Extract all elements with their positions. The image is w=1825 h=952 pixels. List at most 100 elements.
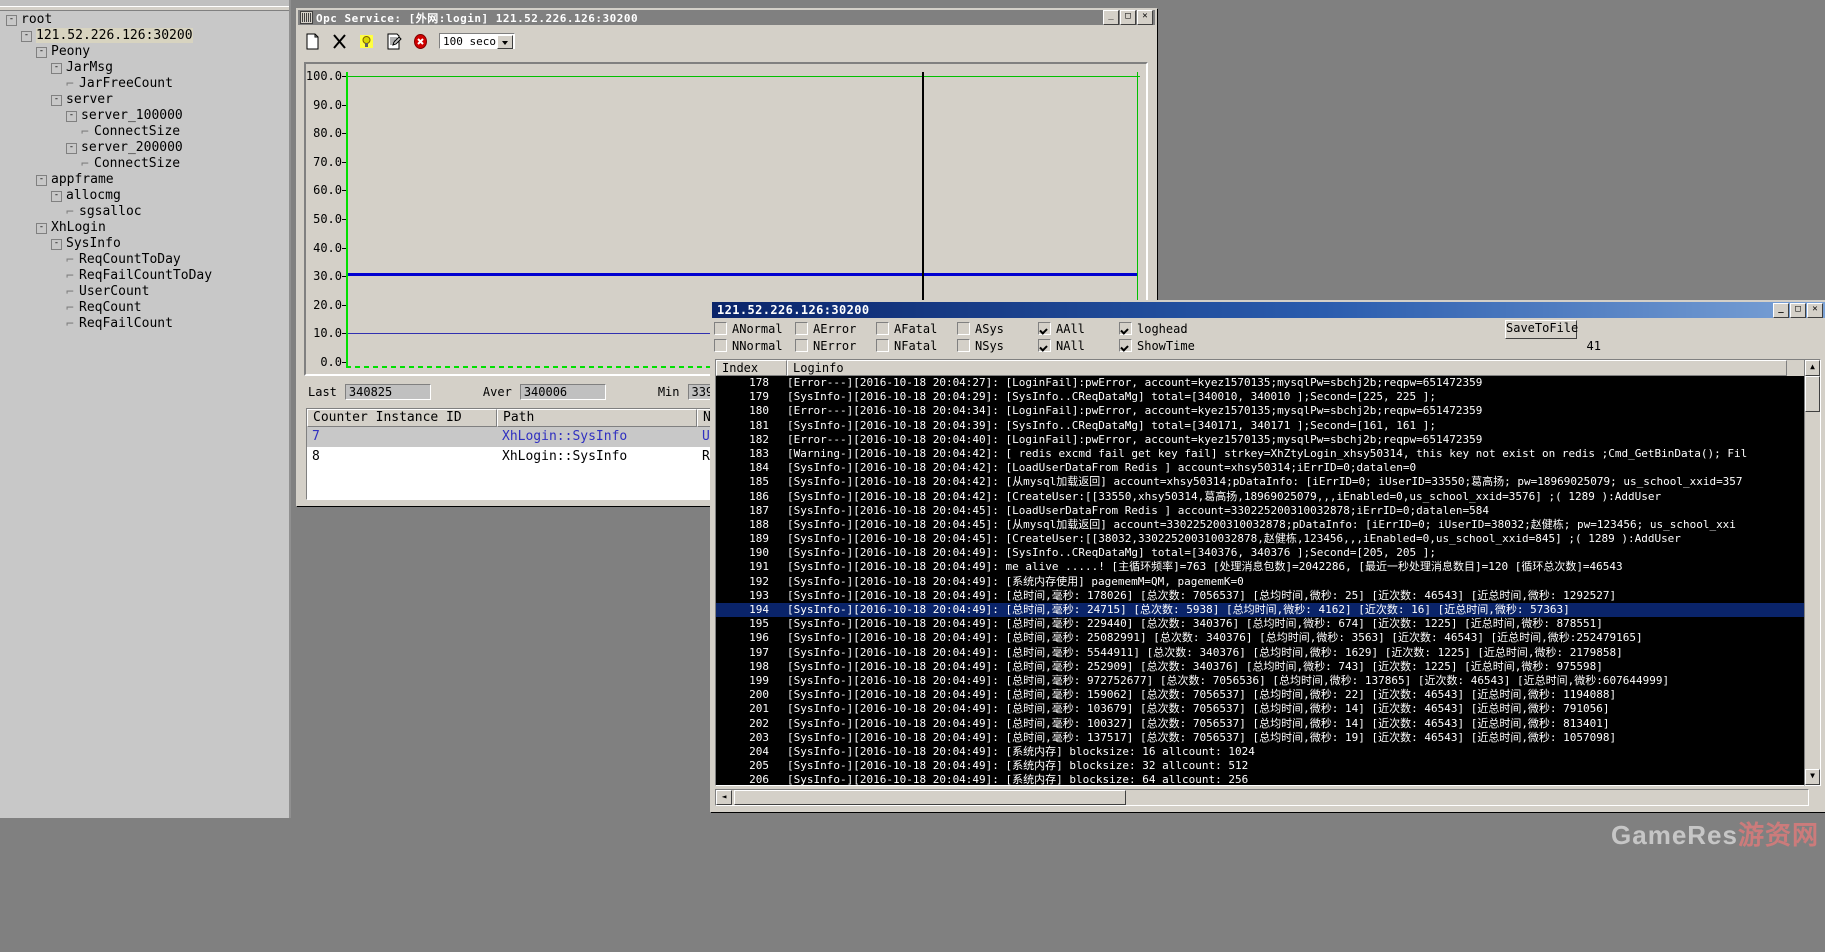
log-filter-nnormal[interactable]: NNormal (714, 339, 795, 353)
log-row[interactable]: 199 [SysInfo-][2016-10-18 20:04:49]: [总时间… (716, 674, 1808, 688)
log-list-body[interactable]: 178 [Error---][2016-10-18 20:04:27]: [Log… (716, 376, 1808, 785)
scroll-down-button[interactable]: ▼ (1805, 769, 1820, 785)
checkbox[interactable] (714, 322, 727, 335)
log-window-titlebar[interactable]: 121.52.226.126:30200 _ □ ✕ (712, 302, 1825, 318)
tree-node[interactable]: - JarMsg (0, 60, 289, 76)
log-close-button[interactable]: ✕ (1807, 302, 1823, 318)
log-filter-loghead[interactable]: loghead (1119, 322, 1200, 336)
tree-node[interactable]: - XhLogin (0, 220, 289, 236)
hscroll-thumb[interactable] (734, 790, 1126, 805)
log-minimize-button[interactable]: _ (1773, 302, 1789, 318)
log-row[interactable]: 198 [SysInfo-][2016-10-18 20:04:49]: [总时间… (716, 660, 1808, 674)
counter-col-header[interactable]: Path (497, 409, 697, 427)
tree-node[interactable]: - SysInfo (0, 236, 289, 252)
log-row[interactable]: 187 [SysInfo-][2016-10-18 20:04:45]: [Loa… (716, 504, 1808, 518)
tree-expander[interactable]: - (36, 46, 47, 58)
tree-expander[interactable]: - (51, 94, 62, 106)
opc-window-titlebar[interactable]: Opc Service: [外网:login] 121.52.226.126:3… (298, 10, 1155, 25)
log-row[interactable]: 185 [SysInfo-][2016-10-18 20:04:42]: [从my… (716, 475, 1808, 489)
log-filter-aerror[interactable]: AError (795, 322, 876, 336)
log-filter-asys[interactable]: ASys (957, 322, 1038, 336)
tree-node[interactable]: - Peony (0, 44, 289, 60)
log-row[interactable]: 178 [Error---][2016-10-18 20:04:27]: [Log… (716, 376, 1808, 390)
log-row[interactable]: 201 [SysInfo-][2016-10-18 20:04:49]: [总时间… (716, 702, 1808, 716)
checkbox[interactable] (1038, 339, 1051, 352)
log-row[interactable]: 189 [SysInfo-][2016-10-18 20:04:45]: [Cre… (716, 532, 1808, 546)
counter-tree[interactable]: - root -121.52.226.126:30200- Peony - JarMsg ⌐… (0, 12, 289, 818)
tree-node[interactable]: - allocmg (0, 188, 289, 204)
checkbox[interactable] (795, 322, 808, 335)
log-row[interactable]: 191 [SysInfo-][2016-10-18 20:04:49]: me a… (716, 560, 1808, 574)
checkbox[interactable] (876, 339, 889, 352)
log-row[interactable]: 183 [Warning-][2016-10-18 20:04:42]: [ re… (716, 447, 1808, 461)
checkbox[interactable] (1119, 339, 1132, 352)
log-row[interactable]: 195 [SysInfo-][2016-10-18 20:04:49]: [总时间… (716, 617, 1808, 631)
x-icon[interactable] (331, 33, 348, 50)
log-row[interactable]: 184 [SysInfo-][2016-10-18 20:04:42]: [Loa… (716, 461, 1808, 475)
log-row[interactable]: 204 [SysInfo-][2016-10-18 20:04:49]: [系统内… (716, 745, 1808, 759)
tree-node[interactable]: ⌐ ReqFailCountToDay (0, 268, 289, 284)
scroll-up-button[interactable]: ▲ (1805, 360, 1820, 376)
checkbox[interactable] (795, 339, 808, 352)
log-row[interactable]: 181 [SysInfo-][2016-10-18 20:04:39]: [Sys… (716, 419, 1808, 433)
log-col-header[interactable]: Loginfo (787, 360, 1787, 376)
checkbox[interactable] (957, 322, 970, 335)
log-row[interactable]: 200 [SysInfo-][2016-10-18 20:04:49]: [总时间… (716, 688, 1808, 702)
tree-node[interactable]: - server (0, 92, 289, 108)
tree-node[interactable]: ⌐ ConnectSize (0, 124, 289, 140)
log-maximize-button[interactable]: □ (1790, 302, 1806, 318)
vscroll-thumb[interactable] (1805, 376, 1820, 412)
log-filter-aall[interactable]: AAll (1038, 322, 1119, 336)
log-row[interactable]: 202 [SysInfo-][2016-10-18 20:04:49]: [总时间… (716, 717, 1808, 731)
close-button[interactable]: ✕ (1137, 10, 1153, 25)
log-row[interactable]: 182 [Error---][2016-10-18 20:04:40]: [Log… (716, 433, 1808, 447)
log-row[interactable]: 194 [SysInfo-][2016-10-18 20:04:49]: [总时间… (716, 603, 1808, 618)
tree-expander[interactable]: - (36, 174, 47, 186)
lightbulb-icon[interactable] (358, 33, 375, 50)
log-row[interactable]: 190 [SysInfo-][2016-10-18 20:04:49]: [Sys… (716, 546, 1808, 560)
log-row[interactable]: 180 [Error---][2016-10-18 20:04:34]: [Log… (716, 404, 1808, 418)
log-filter-afatal[interactable]: AFatal (876, 322, 957, 336)
tree-expander[interactable]: - (66, 110, 77, 122)
tree-node[interactable]: -121.52.226.126:30200 (0, 28, 289, 44)
log-row[interactable]: 186 [SysInfo-][2016-10-18 20:04:42]: [Cre… (716, 490, 1808, 504)
log-row[interactable]: 203 [SysInfo-][2016-10-18 20:04:49]: [总时间… (716, 731, 1808, 745)
stop-icon[interactable] (412, 33, 429, 50)
log-filter-nerror[interactable]: NError (795, 339, 876, 353)
checkbox[interactable] (1038, 322, 1051, 335)
tree-node[interactable]: ⌐ ReqCountToDay (0, 252, 289, 268)
checkbox[interactable] (1119, 322, 1132, 335)
log-row[interactable]: 196 [SysInfo-][2016-10-18 20:04:49]: [总时间… (716, 631, 1808, 645)
scroll-left-button[interactable]: ◄ (716, 790, 732, 805)
log-row[interactable]: 205 [SysInfo-][2016-10-18 20:04:49]: [系统内… (716, 759, 1808, 773)
tree-expander[interactable]: - (51, 190, 62, 202)
tree-node[interactable]: ⌐ ReqCount (0, 300, 289, 316)
tree-node[interactable]: ⌐ UserCount (0, 284, 289, 300)
log-filter-nfatal[interactable]: NFatal (876, 339, 957, 353)
tree-node[interactable]: - server_200000 (0, 140, 289, 156)
interval-select[interactable]: 100 second (439, 33, 515, 49)
maximize-button[interactable]: □ (1120, 10, 1136, 25)
log-row[interactable]: 193 [SysInfo-][2016-10-18 20:04:49]: [总时间… (716, 589, 1808, 603)
checkbox[interactable] (876, 322, 889, 335)
log-filter-nsys[interactable]: NSys (957, 339, 1038, 353)
log-vertical-scrollbar[interactable]: ▲ ▼ (1804, 359, 1821, 786)
minimize-button[interactable]: _ (1103, 10, 1119, 25)
log-row[interactable]: 192 [SysInfo-][2016-10-18 20:04:49]: [系统内… (716, 575, 1808, 589)
tree-node[interactable]: ⌐ sgsalloc (0, 204, 289, 220)
page-icon[interactable] (304, 33, 321, 50)
log-row[interactable]: 197 [SysInfo-][2016-10-18 20:04:49]: [总时间… (716, 646, 1808, 660)
log-list[interactable]: Index Loginfo 178 [Error---][2016-10-18 20… (715, 359, 1809, 786)
chevron-down-icon[interactable] (497, 35, 513, 49)
tree-expander[interactable]: - (36, 222, 47, 234)
log-filter-showtime[interactable]: ShowTime (1119, 339, 1200, 353)
counter-col-header[interactable]: Counter Instance ID (307, 409, 497, 427)
log-filter-anormal[interactable]: ANormal (714, 322, 795, 336)
tree-expander[interactable]: - (6, 14, 17, 26)
tree-expander[interactable]: - (66, 142, 77, 154)
log-row[interactable]: 179 [SysInfo-][2016-10-18 20:04:29]: [Sys… (716, 390, 1808, 404)
log-horizontal-scrollbar[interactable]: ◄ (715, 789, 1809, 806)
checkbox[interactable] (714, 339, 727, 352)
save-to-file-button[interactable]: SaveToFile (1505, 320, 1578, 339)
tree-expander[interactable]: - (51, 238, 62, 250)
